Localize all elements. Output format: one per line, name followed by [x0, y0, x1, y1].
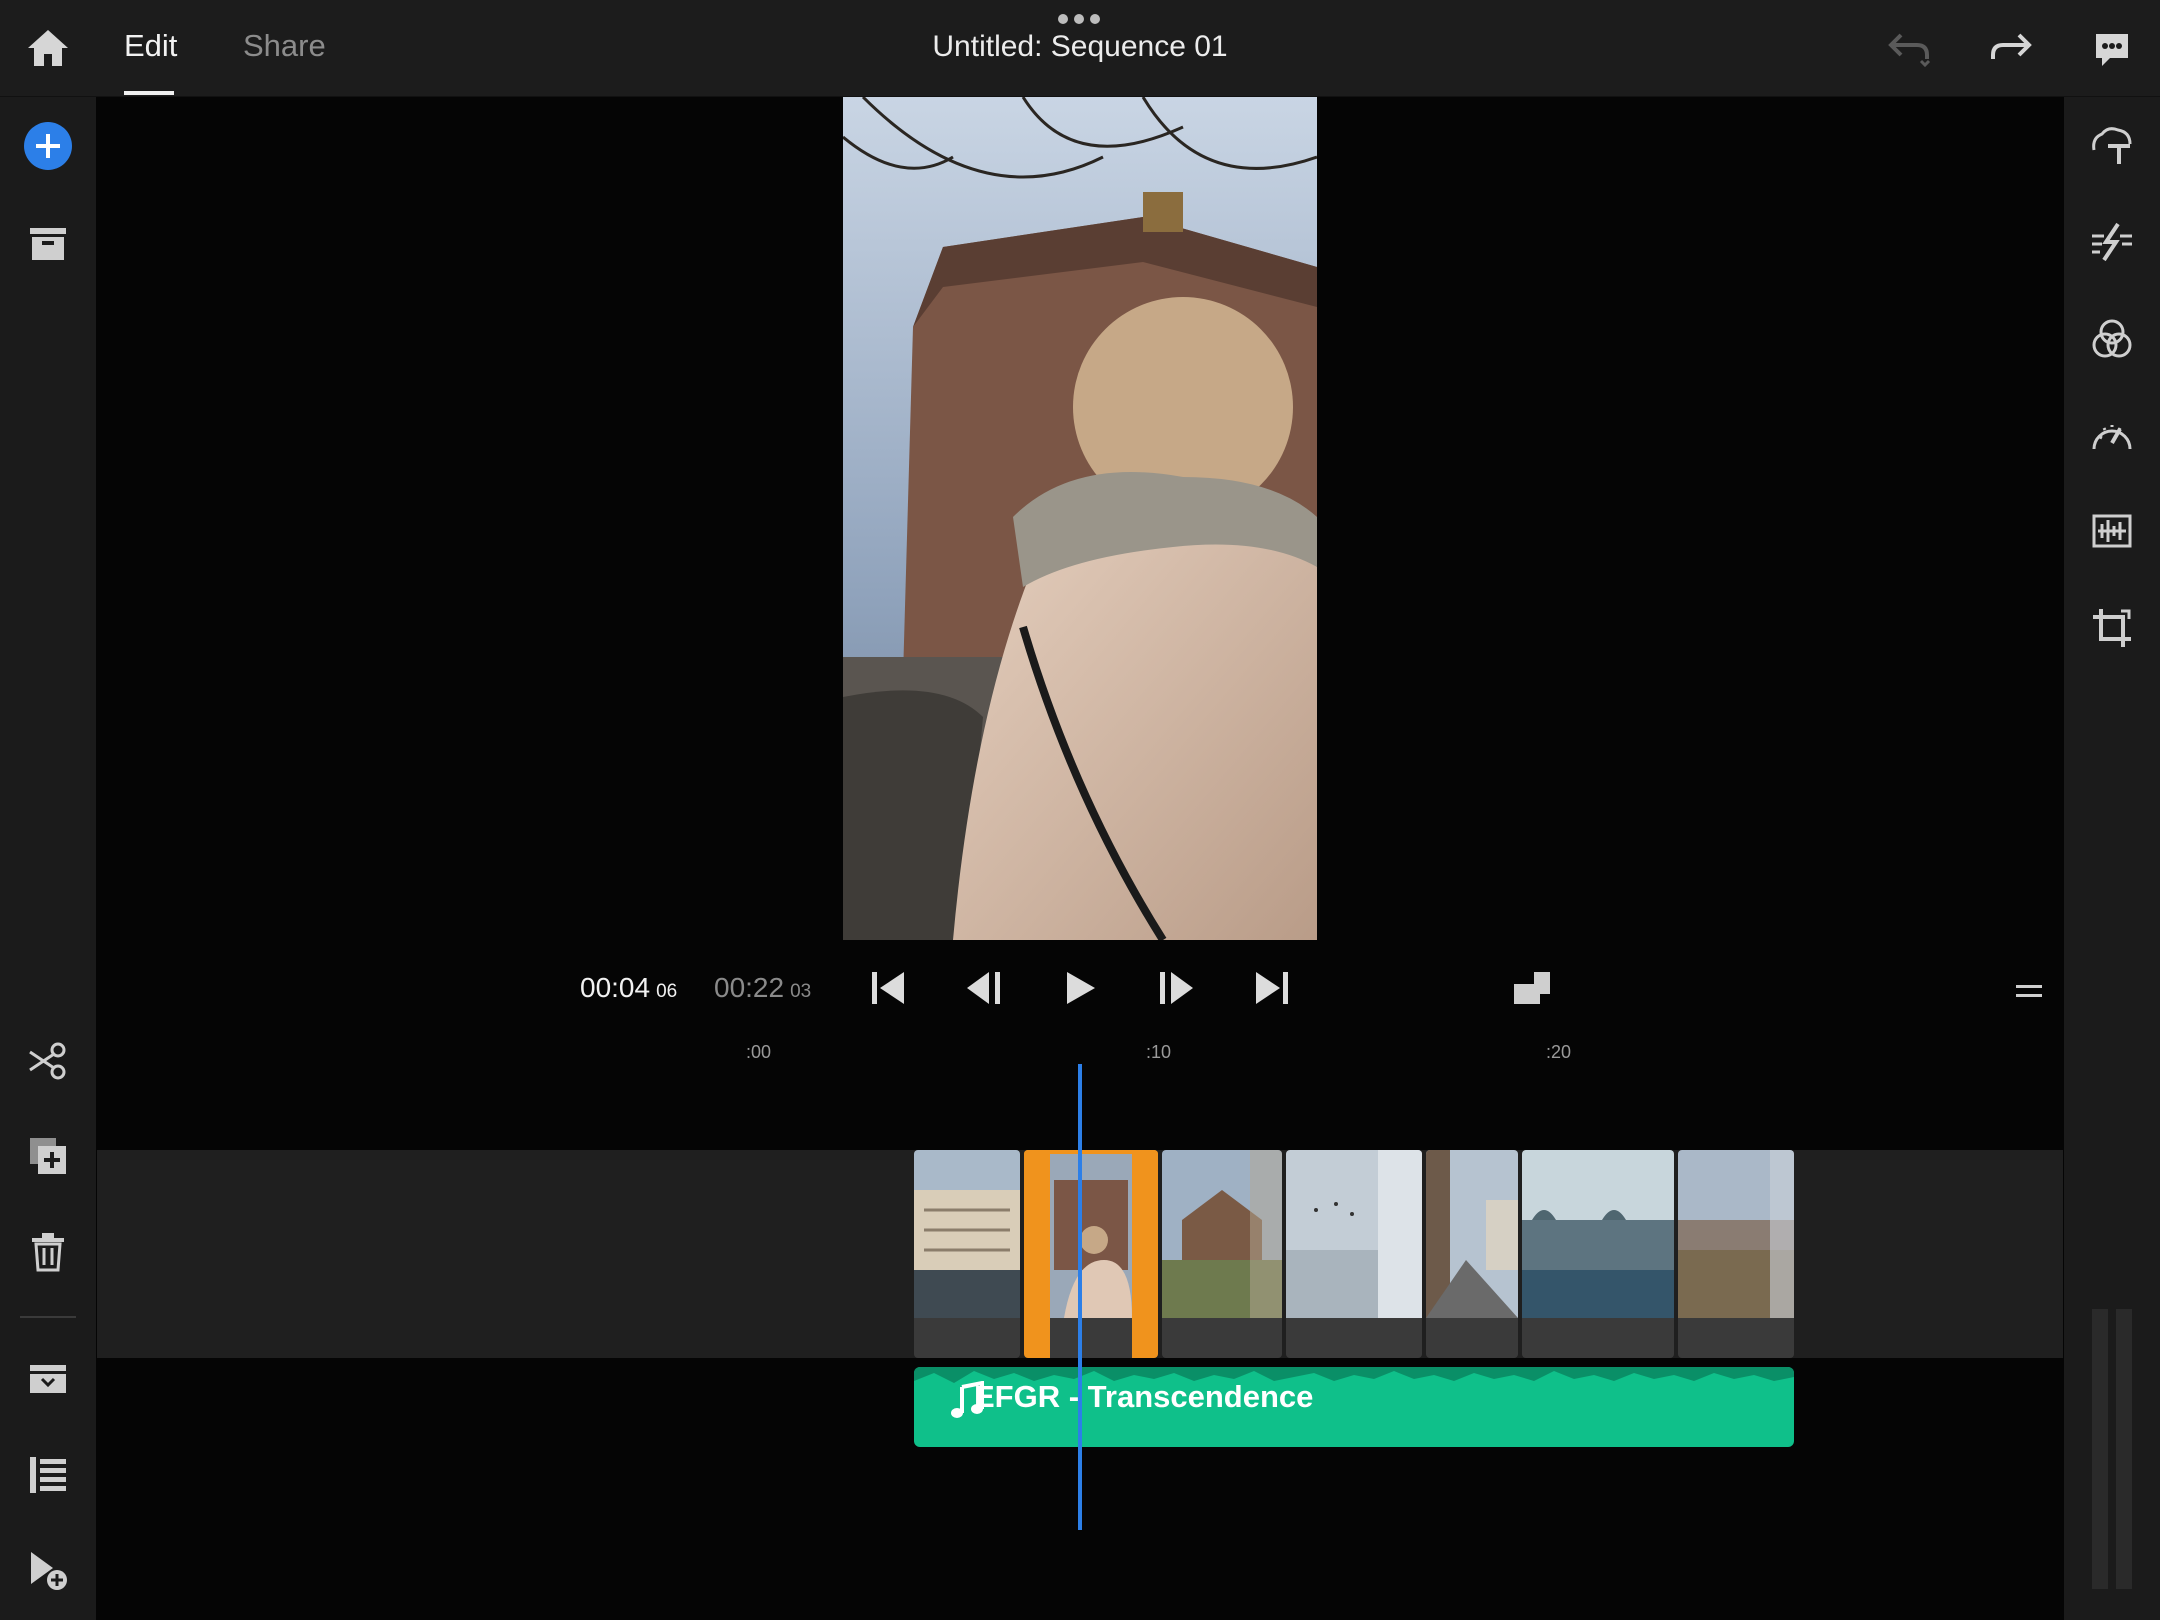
skip-to-end-icon[interactable] [1250, 966, 1294, 1010]
step-forward-icon[interactable] [1154, 966, 1198, 1010]
clip-woman-tower[interactable] [1024, 1150, 1158, 1358]
clip-audio-waveform [1426, 1318, 1518, 1358]
left-toolbar [0, 97, 96, 1620]
audio-meter-right [2116, 1309, 2132, 1589]
media-bin-icon[interactable] [24, 1357, 72, 1401]
project-media-icon[interactable] [24, 221, 72, 267]
right-toolbar [2064, 97, 2160, 1620]
tab-share[interactable]: Share [243, 28, 326, 64]
delete-icon[interactable] [24, 1228, 72, 1276]
total-time-frames: 03 [790, 981, 812, 1002]
clip-sky-birds[interactable] [1286, 1150, 1422, 1358]
clip-street[interactable] [1426, 1150, 1518, 1358]
video-preview[interactable] [843, 97, 1317, 940]
clip-canal-buildings[interactable] [914, 1150, 1020, 1358]
ruler-label-10: :10 [1146, 1042, 1172, 1062]
top-bar: Edit Share Untitled: Sequence 01 [0, 0, 2160, 97]
undo-icon[interactable] [1884, 28, 1934, 70]
color-icon[interactable] [2088, 316, 2136, 362]
more-dots-icon[interactable] [1056, 12, 1102, 26]
current-time-value: 00:04 [580, 972, 651, 1003]
feedback-icon[interactable] [2088, 28, 2136, 72]
aspect-ratio-icon[interactable] [1510, 966, 1554, 1010]
left-toolbar-divider [20, 1316, 76, 1318]
transitions-icon[interactable] [2088, 219, 2136, 265]
track-list-icon[interactable] [24, 1452, 72, 1498]
clip-city-view[interactable] [1678, 1150, 1794, 1358]
play-icon[interactable] [1058, 966, 1102, 1010]
music-track-label: EFGR - Transcendence [974, 1379, 1314, 1414]
audio-icon[interactable] [2088, 508, 2136, 554]
add-effect-icon[interactable] [24, 1547, 72, 1595]
tab-edit-underline [124, 91, 174, 95]
sequence-title[interactable]: Untitled: Sequence 01 [880, 30, 1280, 64]
clip-audio-waveform [1162, 1318, 1282, 1358]
split-icon[interactable] [24, 1038, 72, 1084]
transform-icon[interactable] [2088, 604, 2136, 652]
playhead[interactable] [1078, 1064, 1082, 1530]
home-icon[interactable] [24, 26, 72, 70]
music-track[interactable]: EFGR - Transcendence [914, 1367, 1794, 1447]
step-back-icon[interactable] [962, 966, 1006, 1010]
clip-audio-waveform [914, 1318, 1020, 1358]
skip-to-start-icon[interactable] [866, 966, 910, 1010]
clip-audio-waveform [1050, 1318, 1132, 1358]
total-time: 00:22 03 [714, 972, 811, 1004]
ruler-label-0: :00 [746, 1042, 772, 1062]
total-time-value: 00:22 [714, 972, 785, 1003]
add-media-icon[interactable] [22, 120, 74, 172]
tab-edit[interactable]: Edit [124, 28, 177, 64]
duplicate-icon[interactable] [24, 1133, 72, 1179]
redo-icon[interactable] [1986, 28, 2036, 70]
clip-audio-waveform [1286, 1318, 1422, 1358]
speed-icon[interactable] [2088, 412, 2136, 458]
current-time-frames: 06 [656, 981, 678, 1002]
titles-icon[interactable] [2088, 122, 2136, 168]
clip-fortress[interactable] [1162, 1150, 1282, 1358]
clip-waterfront[interactable] [1522, 1150, 1674, 1358]
timeline-menu-icon[interactable] [2014, 980, 2044, 1002]
clip-audio-waveform [1678, 1318, 1794, 1358]
ruler-label-20: :20 [1546, 1042, 1572, 1062]
clip-audio-waveform [1522, 1318, 1674, 1358]
audio-meter-left [2092, 1309, 2108, 1589]
current-time: 00:04 06 [580, 972, 677, 1004]
